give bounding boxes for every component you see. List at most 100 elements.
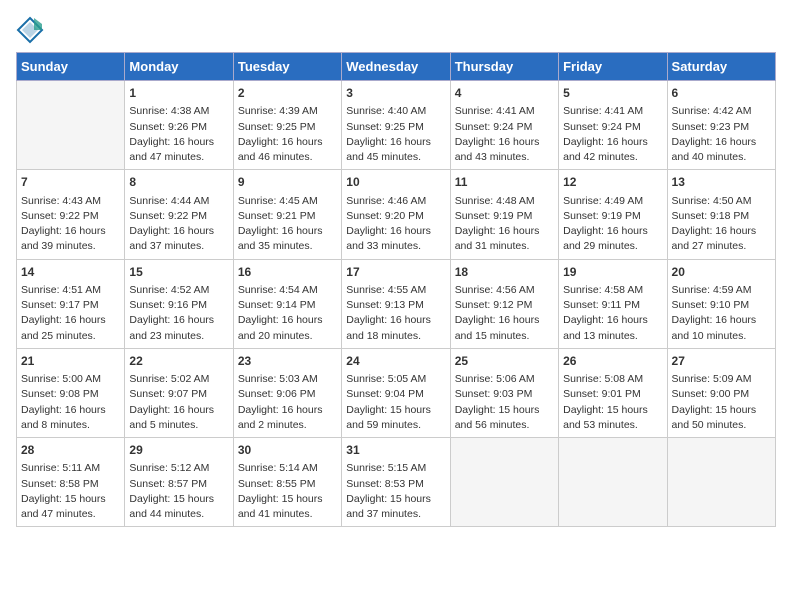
day-number: 30 (238, 442, 337, 459)
day-number: 11 (455, 174, 554, 191)
calendar-cell: 28 Sunrise: 5:11 AM Sunset: 8:58 PM Dayli… (17, 438, 125, 527)
calendar-cell: 15 Sunrise: 4:52 AM Sunset: 9:16 PM Dayli… (125, 259, 233, 348)
header-day-friday: Friday (559, 53, 667, 81)
day-number: 3 (346, 85, 445, 102)
calendar-cell: 24 Sunrise: 5:05 AM Sunset: 9:04 PM Dayli… (342, 348, 450, 437)
calendar-cell: 18 Sunrise: 4:56 AM Sunset: 9:12 PM Dayli… (450, 259, 558, 348)
calendar-cell: 6 Sunrise: 4:42 AM Sunset: 9:23 PM Daylig… (667, 81, 775, 170)
calendar-cell: 8 Sunrise: 4:44 AM Sunset: 9:22 PM Daylig… (125, 170, 233, 259)
day-info: Sunrise: 5:12 AM Sunset: 8:57 PM Dayligh… (129, 461, 228, 522)
calendar-body: 1 Sunrise: 4:38 AM Sunset: 9:26 PM Daylig… (17, 81, 776, 527)
day-number: 18 (455, 264, 554, 281)
day-number: 6 (672, 85, 771, 102)
day-info: Sunrise: 4:41 AM Sunset: 9:24 PM Dayligh… (563, 104, 662, 165)
day-number: 31 (346, 442, 445, 459)
calendar-cell (667, 438, 775, 527)
logo (16, 16, 48, 44)
day-number: 13 (672, 174, 771, 191)
day-number: 20 (672, 264, 771, 281)
calendar-cell (450, 438, 558, 527)
day-number: 29 (129, 442, 228, 459)
day-number: 19 (563, 264, 662, 281)
calendar-cell: 31Sunrise: 5:15 AM Sunset: 8:53 PM Dayli… (342, 438, 450, 527)
calendar-cell: 4 Sunrise: 4:41 AM Sunset: 9:24 PM Daylig… (450, 81, 558, 170)
day-number: 27 (672, 353, 771, 370)
day-number: 15 (129, 264, 228, 281)
calendar-cell: 25Sunrise: 5:06 AM Sunset: 9:03 PM Dayli… (450, 348, 558, 437)
calendar-cell: 22Sunrise: 5:02 AM Sunset: 9:07 PM Dayli… (125, 348, 233, 437)
day-number: 2 (238, 85, 337, 102)
logo-icon (16, 16, 44, 44)
day-number: 22 (129, 353, 228, 370)
header-day-tuesday: Tuesday (233, 53, 341, 81)
calendar-cell: 30 Sunrise: 5:14 AM Sunset: 8:55 PM Dayli… (233, 438, 341, 527)
day-info: Sunrise: 4:38 AM Sunset: 9:26 PM Dayligh… (129, 104, 228, 165)
calendar-cell: 12 Sunrise: 4:49 AM Sunset: 9:19 PM Dayli… (559, 170, 667, 259)
day-info: Sunrise: 4:46 AM Sunset: 9:20 PM Dayligh… (346, 194, 445, 255)
calendar-cell: 13 Sunrise: 4:50 AM Sunset: 9:18 PM Dayli… (667, 170, 775, 259)
day-number: 16 (238, 264, 337, 281)
day-info: Sunrise: 5:14 AM Sunset: 8:55 PM Dayligh… (238, 461, 337, 522)
day-info: Sunrise: 4:39 AM Sunset: 9:25 PM Dayligh… (238, 104, 337, 165)
day-number: 17 (346, 264, 445, 281)
day-info: Sunrise: 4:49 AM Sunset: 9:19 PM Dayligh… (563, 194, 662, 255)
calendar-cell: 17 Sunrise: 4:55 AM Sunset: 9:13 PM Dayli… (342, 259, 450, 348)
day-number: 1 (129, 85, 228, 102)
day-info: Sunrise: 4:42 AM Sunset: 9:23 PM Dayligh… (672, 104, 771, 165)
day-info: Sunrise: 5:00 AM Sunset: 9:08 PM Dayligh… (21, 372, 120, 433)
day-number: 8 (129, 174, 228, 191)
header-day-wednesday: Wednesday (342, 53, 450, 81)
day-info: Sunrise: 4:58 AM Sunset: 9:11 PM Dayligh… (563, 283, 662, 344)
day-number: 23 (238, 353, 337, 370)
day-info: Sunrise: 4:48 AM Sunset: 9:19 PM Dayligh… (455, 194, 554, 255)
day-info: Sunrise: 4:55 AM Sunset: 9:13 PM Dayligh… (346, 283, 445, 344)
calendar-cell: 9Sunrise: 4:45 AM Sunset: 9:21 PM Daylig… (233, 170, 341, 259)
day-number: 4 (455, 85, 554, 102)
calendar-cell: 1 Sunrise: 4:38 AM Sunset: 9:26 PM Daylig… (125, 81, 233, 170)
day-info: Sunrise: 4:44 AM Sunset: 9:22 PM Dayligh… (129, 194, 228, 255)
day-info: Sunrise: 4:51 AM Sunset: 9:17 PM Dayligh… (21, 283, 120, 344)
day-number: 5 (563, 85, 662, 102)
header-day-saturday: Saturday (667, 53, 775, 81)
day-info: Sunrise: 4:59 AM Sunset: 9:10 PM Dayligh… (672, 283, 771, 344)
day-number: 12 (563, 174, 662, 191)
calendar-cell: 16 Sunrise: 4:54 AM Sunset: 9:14 PM Dayli… (233, 259, 341, 348)
day-info: Sunrise: 4:52 AM Sunset: 9:16 PM Dayligh… (129, 283, 228, 344)
calendar-cell: 5 Sunrise: 4:41 AM Sunset: 9:24 PM Daylig… (559, 81, 667, 170)
calendar-cell: 3Sunrise: 4:40 AM Sunset: 9:25 PM Daylig… (342, 81, 450, 170)
header-day-sunday: Sunday (17, 53, 125, 81)
day-info: Sunrise: 5:06 AM Sunset: 9:03 PM Dayligh… (455, 372, 554, 433)
day-number: 26 (563, 353, 662, 370)
calendar-cell: 19 Sunrise: 4:58 AM Sunset: 9:11 PM Dayli… (559, 259, 667, 348)
calendar-week-5: 28 Sunrise: 5:11 AM Sunset: 8:58 PM Dayli… (17, 438, 776, 527)
calendar-cell: 14 Sunrise: 4:51 AM Sunset: 9:17 PM Dayli… (17, 259, 125, 348)
calendar-week-1: 1 Sunrise: 4:38 AM Sunset: 9:26 PM Daylig… (17, 81, 776, 170)
day-info: Sunrise: 5:03 AM Sunset: 9:06 PM Dayligh… (238, 372, 337, 433)
header-day-monday: Monday (125, 53, 233, 81)
day-info: Sunrise: 4:54 AM Sunset: 9:14 PM Dayligh… (238, 283, 337, 344)
day-info: Sunrise: 4:56 AM Sunset: 9:12 PM Dayligh… (455, 283, 554, 344)
calendar-week-2: 7Sunrise: 4:43 AM Sunset: 9:22 PM Daylig… (17, 170, 776, 259)
calendar-cell (17, 81, 125, 170)
page-header (16, 16, 776, 44)
day-info: Sunrise: 4:50 AM Sunset: 9:18 PM Dayligh… (672, 194, 771, 255)
day-info: Sunrise: 5:05 AM Sunset: 9:04 PM Dayligh… (346, 372, 445, 433)
calendar-week-3: 14 Sunrise: 4:51 AM Sunset: 9:17 PM Dayli… (17, 259, 776, 348)
calendar-cell: 7Sunrise: 4:43 AM Sunset: 9:22 PM Daylig… (17, 170, 125, 259)
day-number: 14 (21, 264, 120, 281)
calendar-cell: 29 Sunrise: 5:12 AM Sunset: 8:57 PM Dayli… (125, 438, 233, 527)
calendar-cell: 26 Sunrise: 5:08 AM Sunset: 9:01 PM Dayli… (559, 348, 667, 437)
day-number: 24 (346, 353, 445, 370)
day-info: Sunrise: 5:11 AM Sunset: 8:58 PM Dayligh… (21, 461, 120, 522)
day-info: Sunrise: 4:45 AM Sunset: 9:21 PM Dayligh… (238, 194, 337, 255)
calendar-header: SundayMondayTuesdayWednesdayThursdayFrid… (17, 53, 776, 81)
calendar-cell: 20 Sunrise: 4:59 AM Sunset: 9:10 PM Dayli… (667, 259, 775, 348)
day-info: Sunrise: 4:43 AM Sunset: 9:22 PM Dayligh… (21, 194, 120, 255)
day-info: Sunrise: 5:08 AM Sunset: 9:01 PM Dayligh… (563, 372, 662, 433)
calendar-cell: 23 Sunrise: 5:03 AM Sunset: 9:06 PM Dayli… (233, 348, 341, 437)
calendar-cell: 11 Sunrise: 4:48 AM Sunset: 9:19 PM Dayli… (450, 170, 558, 259)
calendar-table: SundayMondayTuesdayWednesdayThursdayFrid… (16, 52, 776, 527)
day-info: Sunrise: 4:41 AM Sunset: 9:24 PM Dayligh… (455, 104, 554, 165)
header-day-thursday: Thursday (450, 53, 558, 81)
day-number: 28 (21, 442, 120, 459)
